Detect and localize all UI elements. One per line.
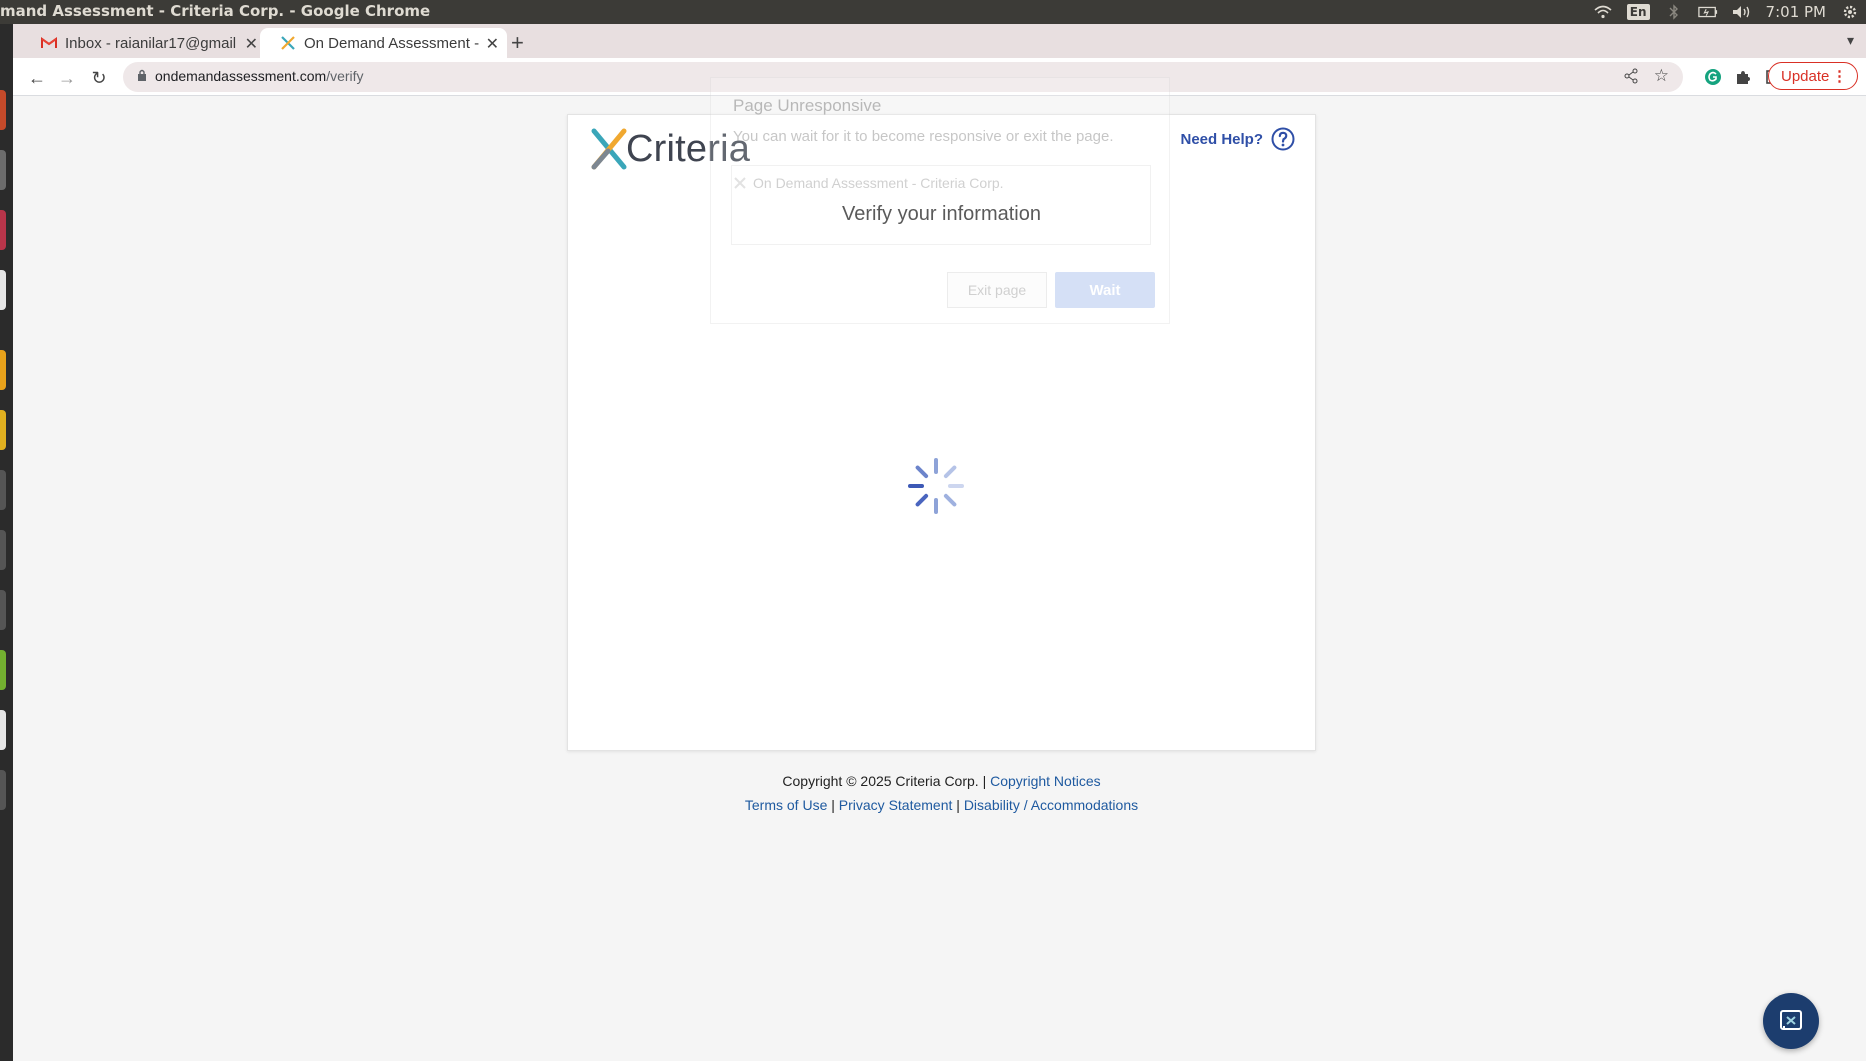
keyboard-language-indicator[interactable]: En [1626,4,1650,20]
question-circle-icon [1271,127,1295,151]
close-tab-icon[interactable]: ✕ [486,34,499,54]
back-arrow-icon[interactable]: ← [25,66,49,90]
footer-separator: | [831,797,835,813]
reload-icon[interactable]: ↻ [87,66,111,90]
new-tab-icon[interactable]: + [511,30,524,56]
loading-spinner-icon [908,458,964,514]
lock-icon[interactable] [137,69,147,87]
criteria-icon [280,35,296,51]
dock-app-icon[interactable] [0,710,6,750]
dialog-page-name: On Demand Assessment - Criteria Corp. [753,175,1004,191]
footer-separator: | [956,797,960,813]
bookmark-star-icon[interactable]: ☆ [1654,66,1669,86]
footer-copyright-line: Copyright © 2025 Criteria Corp. | Copyri… [567,769,1316,793]
criteria-logo-mark-icon [591,128,627,170]
disability-accommodations-link[interactable]: Disability / Accommodations [964,797,1138,813]
bluetooth-icon[interactable] [1664,4,1684,20]
privacy-statement-link[interactable]: Privacy Statement [839,797,953,813]
criteria-icon [733,176,747,195]
dock-app-icon[interactable] [0,90,6,130]
window-title: mand Assessment - Criteria Corp. - Googl… [0,2,431,20]
dock-app-icon[interactable] [0,650,6,690]
dock-app-icon[interactable] [0,530,6,570]
launcher-dock [0,24,13,1061]
tab-criteria[interactable]: On Demand Assessment - Criteria ✕ [260,28,507,58]
puzzle-extensions-icon[interactable] [1733,67,1753,87]
dock-app-icon[interactable] [0,350,6,390]
need-help-link[interactable]: Need Help? [1180,127,1295,151]
settings-gear-icon[interactable] [1840,4,1860,20]
battery-icon[interactable] [1697,4,1718,20]
tab-title: Inbox - raianilar17@gmail [65,34,237,52]
chat-widget-button[interactable] [1763,993,1819,1049]
tab-gmail[interactable]: Inbox - raianilar17@gmail ✕ [21,28,266,58]
need-help-label: Need Help? [1180,130,1263,148]
share-icon[interactable] [1623,68,1639,89]
dock-app-icon[interactable] [0,770,6,810]
clock[interactable]: 7:01 PM [1766,3,1826,21]
update-label: Update [1781,67,1830,85]
dock-app-icon[interactable] [0,210,6,250]
terms-of-use-link[interactable]: Terms of Use [745,797,827,813]
page-unresponsive-dialog: Page Unresponsive You can wait for it to… [710,77,1170,324]
dialog-message: You can wait for it to become responsive… [733,128,1114,145]
footer-links-line: Terms of Use | Privacy Statement | Disab… [567,793,1316,817]
dock-app-icon[interactable] [0,270,6,310]
os-top-bar: mand Assessment - Criteria Corp. - Googl… [0,0,1866,24]
wait-button[interactable]: Wait [1055,272,1155,308]
dock-app-icon[interactable] [0,470,6,510]
chat-icon [1780,1010,1802,1030]
exit-page-button[interactable]: Exit page [947,272,1047,308]
url-text[interactable]: ondemandassessment.com/verify [155,68,364,84]
tab-title: On Demand Assessment - Criteria [304,34,479,52]
volume-icon[interactable] [1732,4,1752,20]
grammarly-extension-icon[interactable] [1703,67,1723,87]
system-tray: En 7:01 PM [1593,0,1860,24]
close-tab-icon[interactable]: ✕ [245,34,258,54]
forward-arrow-icon[interactable]: → [55,66,79,90]
tab-search-chevron-icon[interactable]: ▾ [1847,32,1854,49]
copyright-notices-link[interactable]: Copyright Notices [990,773,1101,789]
dialog-title: Page Unresponsive [733,96,882,115]
gmail-icon [41,35,57,51]
update-chrome-button[interactable]: Update ⋮ [1768,62,1858,90]
tab-strip: Inbox - raianilar17@gmail ✕ On Demand As… [13,24,1866,58]
copyright-text: Copyright © 2025 Criteria Corp. | [782,773,987,789]
kebab-menu-icon[interactable]: ⋮ [1832,67,1847,85]
page-footer: Copyright © 2025 Criteria Corp. | Copyri… [567,769,1316,817]
wifi-icon[interactable] [1593,4,1613,20]
dock-app-icon[interactable] [0,590,6,630]
dock-app-icon[interactable] [0,150,6,190]
dock-app-icon[interactable] [0,410,6,450]
